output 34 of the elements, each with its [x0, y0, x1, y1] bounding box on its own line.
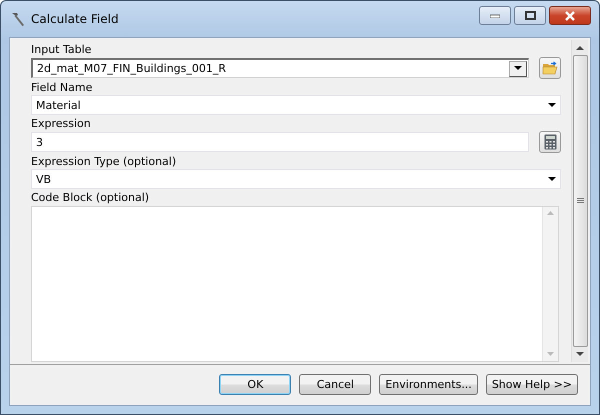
scroll-down-icon	[576, 351, 584, 357]
dialog-button[interactable]: Cancel	[299, 374, 372, 395]
scroll-up-icon	[547, 211, 554, 216]
scroll-down-icon	[547, 352, 554, 357]
maximize-icon	[524, 11, 536, 20]
grip-icon	[576, 198, 584, 204]
caret-icon	[548, 176, 556, 182]
caret-icon	[548, 102, 556, 108]
caret-icon	[514, 66, 522, 71]
scroll-up-icon	[576, 45, 584, 51]
calculator-button[interactable]	[539, 131, 561, 153]
field-label: Expression Type (optional)	[31, 154, 178, 169]
window-title: Calculate Field	[31, 12, 120, 26]
field-label: Field Name	[31, 80, 94, 95]
close-button[interactable]	[549, 6, 591, 25]
field-label: Input Table	[31, 42, 92, 57]
folder-icon	[542, 61, 558, 75]
dialog-button[interactable]: OK	[219, 374, 292, 395]
dialog-button[interactable]: Environments...	[379, 374, 478, 395]
dropdown-field[interactable]: 2d_mat_M07_FIN_Buildings_001_R	[31, 58, 529, 78]
calculator-icon	[544, 134, 556, 150]
code-block-field[interactable]	[31, 206, 559, 362]
dropdown-field[interactable]: Material	[31, 95, 561, 115]
field-label: Expression	[31, 116, 92, 131]
input-field[interactable]: 3	[31, 132, 529, 152]
field-label: Code Block (optional)	[31, 190, 150, 205]
browse-button[interactable]	[539, 57, 561, 79]
close-icon	[564, 10, 576, 20]
minimize-icon	[490, 14, 500, 18]
dropdown-field[interactable]: VB	[31, 169, 561, 189]
maximize-button[interactable]	[514, 6, 546, 25]
dialog-button[interactable]: Show Help >>	[486, 374, 578, 395]
scrollbar[interactable]	[571, 40, 588, 362]
minimize-button[interactable]	[479, 6, 511, 25]
